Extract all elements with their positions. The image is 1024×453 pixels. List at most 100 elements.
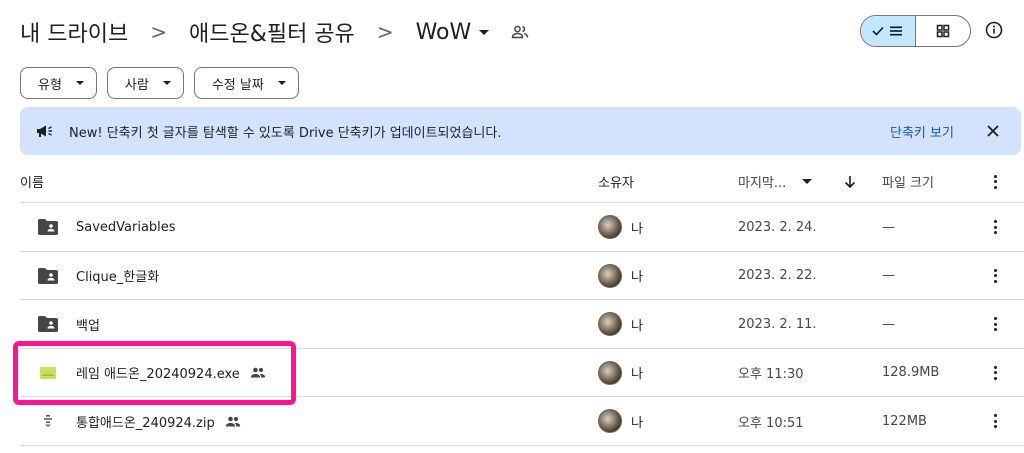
row-more-button[interactable] [985,397,1005,445]
file-size: 128.9MB [882,365,940,380]
shared-folder-icon [38,314,58,334]
shared-people-icon [250,367,266,378]
row-more-button[interactable] [985,300,1005,348]
modified-column-header[interactable]: 마지막... [738,160,813,203]
people-icon[interactable] [511,25,529,39]
owner-name: 나 [631,270,643,285]
avatar [598,360,622,385]
grid-view-icon [936,24,950,38]
view-toggle [860,15,971,47]
more-vert-icon [993,220,997,234]
owner-cell: 나 [598,300,643,348]
file-name: Clique_한글화 [76,270,160,285]
shared-people-icon [225,416,241,427]
more-vert-icon [993,174,997,189]
owner-name: 나 [631,221,643,237]
modified-date: 오후 11:30 [738,367,804,382]
view-shortcuts-link[interactable]: 단축키 보기 [890,122,954,141]
avatar [598,263,622,288]
breadcrumb-separator: > [150,20,167,44]
owner-name: 나 [631,318,643,334]
file-name-cell: Clique_한글화 [38,252,159,300]
shared-folder-icon [38,217,58,237]
row-more-button[interactable] [985,252,1005,300]
avatar [598,409,622,433]
breadcrumb-current-folder[interactable]: WoW [416,20,490,45]
modified-date: 2023. 2. 22. [738,268,817,283]
zip-file-icon [38,411,58,431]
list-view-icon [872,26,902,36]
close-banner-button[interactable] [983,121,1003,141]
people-filter-label: 사람 [124,77,149,93]
breadcrumb: 내 드라이브 > 애드온&필터 공유 > WoW [20,12,529,52]
owner-name: 나 [631,415,643,431]
owner-cell: 나 [598,203,643,251]
more-vert-icon [993,365,997,380]
table-row[interactable]: 백업 나 2023. 2. 11. — [20,300,1024,349]
file-name-cell: 백업 [38,300,100,348]
file-name-cell: 레임 애드온_20240924.exe [38,349,266,397]
file-size: — [882,219,895,235]
close-icon [987,125,999,137]
table-row[interactable]: 통합애드온_240924.zip 나 오후 10:51 122MB [20,397,1024,446]
banner-message: New! 단축키 첫 글자를 탐색할 수 있도록 Drive 단축키가 업데이트… [69,125,502,141]
owner-cell: 나 [598,349,643,397]
breadcrumb-addon-share[interactable]: 애드온&필터 공유 [189,16,355,48]
header-more-button[interactable] [985,160,1005,203]
info-button[interactable] [983,19,1005,41]
info-icon [985,21,1003,39]
chevron-down-icon [802,179,813,184]
breadcrumb-my-drive[interactable]: 내 드라이브 [20,16,128,48]
more-vert-icon [993,268,997,283]
modified-date: 2023. 2. 24. [738,219,817,235]
sort-direction-button[interactable] [844,160,856,203]
name-column-header[interactable]: 이름 [20,160,44,203]
file-name: 통합애드온_240924.zip [76,415,215,431]
shared-folder-icon [38,266,58,286]
modified-filter-chip[interactable]: 수정 날짜 [193,67,299,99]
modified-date: 오후 10:51 [738,415,804,431]
owner-cell: 나 [598,397,643,445]
file-size: 122MB [882,413,927,429]
file-name: 백업 [76,318,100,334]
breadcrumb-separator: > [376,20,394,44]
file-name: SavedVariables [76,219,176,235]
filter-bar: 유형 사람 수정 날짜 [20,67,299,99]
size-column-header[interactable]: 파일 크기 [882,160,934,203]
file-name-cell: 통합애드온_240924.zip [38,397,241,445]
megaphone-icon [36,124,54,138]
arrow-down-icon [844,175,856,188]
type-filter-label: 유형 [38,77,62,93]
modified-column-label: 마지막... [738,176,787,191]
owner-cell: 나 [598,252,643,300]
shortcut-banner: New! 단축키 첫 글자를 탐색할 수 있도록 Drive 단축키가 업데이트… [20,107,1021,155]
chevron-down-icon [162,81,171,85]
more-vert-icon [993,317,997,331]
file-size: — [882,316,895,332]
table-row[interactable]: Clique_한글화 나 2023. 2. 22. — [20,252,1024,300]
avatar [598,312,622,336]
owner-name: 나 [631,367,643,382]
avatar [598,215,622,239]
file-list-header: 이름 소유자 마지막... 파일 크기 [20,160,1024,203]
table-row[interactable]: SavedVariables 나 2023. 2. 24. — [20,203,1024,252]
owner-column-header[interactable]: 소유자 [598,160,634,203]
chevron-down-icon [479,29,490,35]
file-size: — [882,268,895,283]
file-name: 레임 애드온_20240924.exe [76,367,240,382]
people-filter-chip[interactable]: 사람 [106,67,184,99]
exe-file-icon [38,363,58,383]
chevron-down-icon [75,81,84,85]
file-list: 이름 소유자 마지막... 파일 크기 SavedVariables 나 202… [20,160,1024,446]
breadcrumb-current-label: WoW [415,19,472,45]
modified-date: 2023. 2. 11. [738,316,817,332]
type-filter-chip[interactable]: 유형 [20,67,97,99]
file-name-cell: SavedVariables [38,203,176,251]
grid-view-button[interactable] [916,16,970,46]
table-row[interactable]: 레임 애드온_20240924.exe 나 오후 11:30 128.9MB [20,349,1024,397]
row-more-button[interactable] [985,349,1005,397]
row-more-button[interactable] [985,203,1005,251]
list-view-button[interactable] [861,16,916,46]
chevron-down-icon [277,81,286,85]
modified-filter-label: 수정 날짜 [211,77,264,93]
